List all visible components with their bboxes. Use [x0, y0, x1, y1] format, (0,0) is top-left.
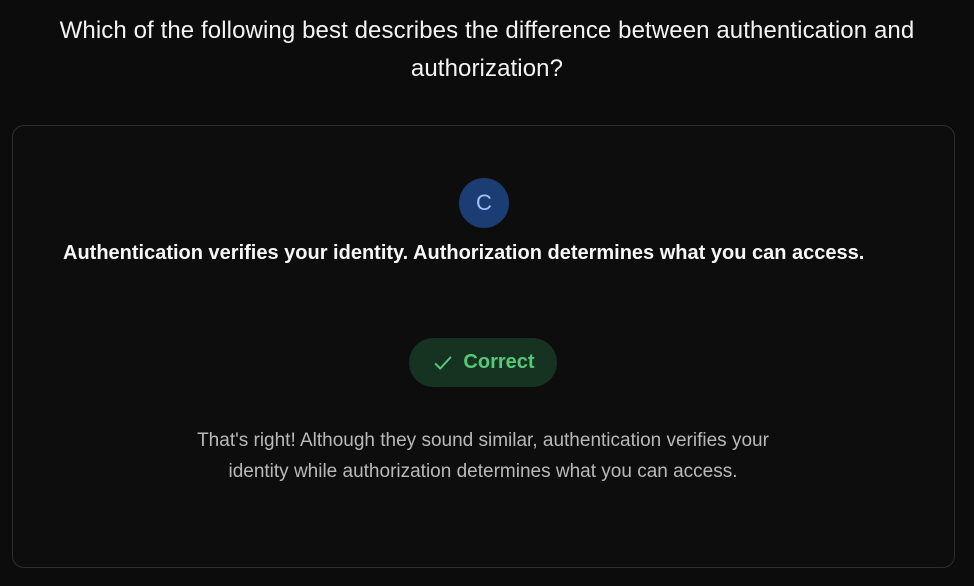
correct-status-badge: Correct: [409, 338, 557, 387]
answer-card: C Authentication verifies your identity.…: [12, 125, 955, 568]
feedback-text: That's right! Although they sound simila…: [197, 430, 769, 482]
quiz-page: Which of the following best describes th…: [0, 0, 974, 586]
selected-answer-text: Authentication verifies your identity. A…: [63, 242, 865, 264]
question-text: Which of the following best describes th…: [59, 17, 915, 82]
check-icon: [431, 351, 455, 375]
correct-status-label: Correct: [463, 351, 535, 373]
answer-letter-badge: C: [459, 178, 509, 228]
